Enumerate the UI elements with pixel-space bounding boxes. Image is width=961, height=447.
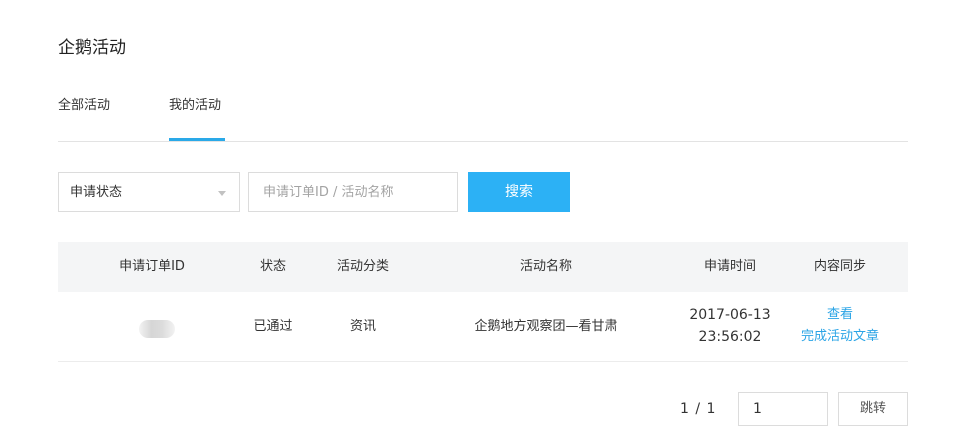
- complete-article-link[interactable]: 完成活动文章: [785, 326, 895, 348]
- column-header-status: 状态: [259, 259, 286, 274]
- jump-button[interactable]: 跳转: [838, 392, 908, 426]
- column-header-name: 活动名称: [519, 259, 572, 274]
- activity-table: 申请订单ID 状态 活动分类 活动名称 申请时间 内容同步 已通过 资讯 企鹅地…: [58, 242, 908, 362]
- tab-all-activities[interactable]: 全部活动: [58, 96, 110, 116]
- tab-bar: 全部活动 我的活动: [58, 90, 908, 142]
- row-category: 资讯: [349, 319, 376, 334]
- tab-my-activities[interactable]: 我的活动: [169, 96, 221, 116]
- status-select-value: 申请状态: [70, 185, 123, 200]
- search-input[interactable]: [248, 172, 458, 212]
- row-activity-name: 企鹅地方观察团—看甘肃: [474, 319, 618, 334]
- page-number-input[interactable]: [738, 392, 828, 426]
- active-tab-indicator: [169, 138, 225, 141]
- row-sync-links: 查看 完成活动文章: [785, 304, 895, 348]
- view-link[interactable]: 查看: [785, 304, 895, 326]
- page-indicator: 1 / 1: [680, 401, 717, 417]
- row-time: 23:56:02: [698, 329, 762, 345]
- page-title: 企鹅活动: [58, 38, 126, 58]
- chevron-down-icon: [218, 191, 226, 196]
- search-button[interactable]: 搜索: [468, 172, 570, 212]
- row-status: 已通过: [253, 319, 293, 334]
- column-header-sync: 内容同步: [813, 259, 866, 274]
- table-row: 已通过 资讯 企鹅地方观察团—看甘肃 2017-06-13 23:56:02 查…: [58, 292, 908, 362]
- order-id-redacted: [139, 320, 175, 338]
- column-header-category: 活动分类: [336, 259, 389, 274]
- table-header: 申请订单ID 状态 活动分类 活动名称 申请时间 内容同步: [58, 242, 908, 292]
- status-select[interactable]: 申请状态: [58, 172, 240, 212]
- column-header-order-id: 申请订单ID: [119, 259, 185, 274]
- column-header-time: 申请时间: [703, 259, 756, 274]
- row-date: 2017-06-13: [689, 307, 771, 323]
